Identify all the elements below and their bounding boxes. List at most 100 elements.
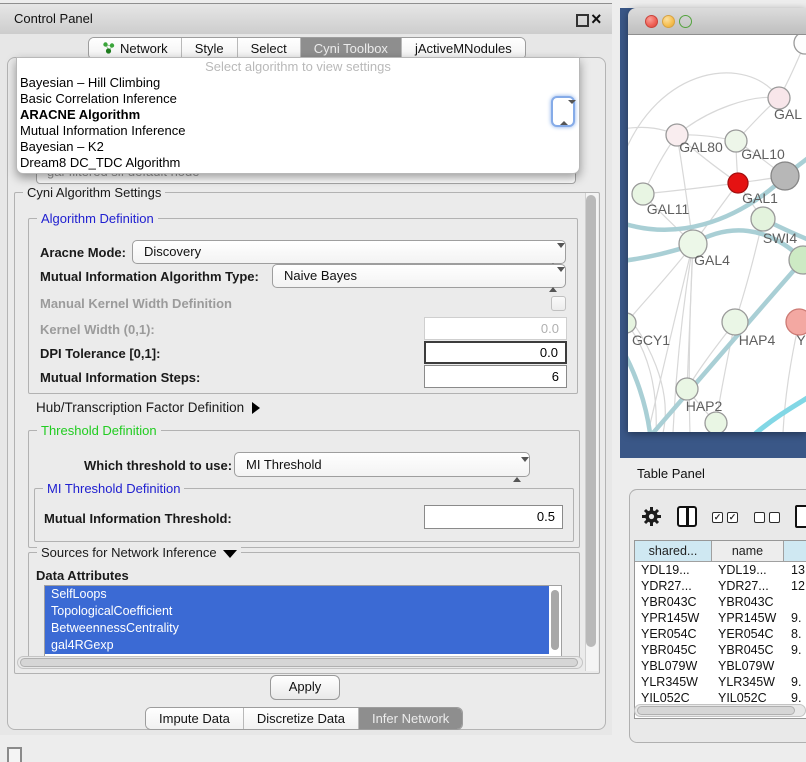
- table-cell: YDL19...: [712, 562, 784, 578]
- columns-icon[interactable]: [677, 506, 697, 527]
- table-row[interactable]: YDR27...YDR27...12: [635, 578, 806, 594]
- tab-network-label: Network: [120, 41, 168, 56]
- stepper-icon: [549, 245, 557, 259]
- algorithm-option[interactable]: Bayesian – Hill Climbing: [17, 75, 579, 91]
- unchecked-box-icon[interactable]: [754, 512, 765, 523]
- sources-legend[interactable]: Sources for Network Inference: [37, 545, 241, 560]
- attribute-item[interactable]: gal4RGexp: [45, 637, 549, 654]
- which-threshold-combo[interactable]: MI Threshold: [234, 452, 530, 477]
- aracne-mode-combo[interactable]: Discovery: [132, 240, 566, 264]
- algorithm-option[interactable]: Basic Correlation Inference: [17, 91, 579, 107]
- node-label: HAP2: [686, 398, 723, 414]
- network-window[interactable]: GALGAL80GAL10GAL1GAL11SWI4GAL4GCY1HAP4YH…: [628, 8, 806, 432]
- cyni-settings-legend: Cyni Algorithm Settings: [23, 185, 165, 200]
- mi-threshold-field[interactable]: 0.5: [424, 505, 563, 529]
- algorithm-option-selected[interactable]: ARACNE Algorithm: [17, 107, 579, 123]
- threshold-definition-legend: Threshold Definition: [37, 423, 161, 438]
- network-edge[interactable]: [653, 260, 803, 432]
- table-cell: YLR345W: [712, 674, 784, 690]
- zoom-traffic-light[interactable]: [679, 15, 692, 28]
- algorithm-option[interactable]: Dream8 DC_TDC Algorithm: [17, 155, 579, 171]
- table-cell: YPR145W: [635, 610, 712, 626]
- collapsed-panel-icon[interactable]: [7, 747, 22, 762]
- mi-type-combo[interactable]: Naive Bayes: [272, 264, 566, 288]
- float-window-icon[interactable]: [576, 14, 589, 27]
- mi-steps-field[interactable]: 6: [424, 365, 567, 388]
- list-scrollbar-thumb[interactable]: [551, 590, 559, 650]
- document-icon[interactable]: [795, 505, 806, 528]
- table-cell: YDL19...: [635, 562, 712, 578]
- network-edge[interactable]: [756, 395, 806, 432]
- table-cell: 9.: [784, 642, 806, 658]
- network-node[interactable]: [794, 35, 806, 54]
- table-row[interactable]: YLR345WYLR345W9.: [635, 674, 806, 690]
- close-traffic-light[interactable]: [645, 15, 658, 28]
- network-node[interactable]: [676, 378, 698, 400]
- algorithm-combo-stepper[interactable]: [551, 96, 575, 127]
- network-node[interactable]: [628, 313, 636, 333]
- network-node[interactable]: [751, 207, 775, 231]
- settings-hscrollbar-thumb[interactable]: [20, 658, 578, 667]
- settings-vscrollbar-thumb[interactable]: [586, 195, 596, 647]
- table-cell: YDR27...: [635, 578, 712, 594]
- table-row[interactable]: YBR043CYBR043C: [635, 594, 806, 610]
- table-hscrollbar-thumb[interactable]: [637, 706, 795, 715]
- tab-network[interactable]: Network: [89, 38, 182, 59]
- table-cell: [784, 594, 806, 610]
- tab-impute-data[interactable]: Impute Data: [146, 708, 244, 729]
- table-hscrollbar[interactable]: [634, 704, 806, 717]
- manual-kernel-checkbox[interactable]: [551, 296, 566, 311]
- network-window-titlebar[interactable]: [628, 8, 806, 35]
- tab-cyni-toolbox[interactable]: Cyni Toolbox: [301, 38, 402, 59]
- apply-button[interactable]: Apply: [270, 675, 340, 700]
- table-row[interactable]: YPR145WYPR145W9.: [635, 610, 806, 626]
- network-edge[interactable]: [677, 97, 779, 135]
- dpi-tolerance-field[interactable]: 0.0: [424, 341, 567, 364]
- table-row[interactable]: YER054CYER054C8.: [635, 626, 806, 642]
- algorithm-option[interactable]: Bayesian – K2: [17, 139, 579, 155]
- minimize-traffic-light[interactable]: [662, 15, 675, 28]
- algorithm-option[interactable]: Mutual Information Inference: [17, 123, 579, 139]
- data-attributes-list[interactable]: SelfLoopsTopologicalCoefficientBetweenne…: [44, 585, 562, 658]
- table-row[interactable]: YBL079WYBL079W: [635, 658, 806, 674]
- expand-right-icon: [252, 402, 260, 414]
- network-node[interactable]: [705, 412, 727, 432]
- table-cell: [784, 658, 806, 674]
- table-row[interactable]: YDL19...YDL19...13: [635, 562, 806, 578]
- screen: Control Panel × Network Style Select Cyn…: [0, 0, 806, 762]
- node-label: GAL11: [647, 201, 690, 217]
- unchecked-box-icon[interactable]: [769, 512, 780, 523]
- network-edge[interactable]: [643, 183, 738, 194]
- table-cell: YBR045C: [712, 642, 784, 658]
- table-row[interactable]: YBR045CYBR045C9.: [635, 642, 806, 658]
- column-header-clipped[interactable]: [784, 541, 806, 562]
- tab-jactivemnodules[interactable]: jActiveMNodules: [402, 38, 525, 59]
- network-canvas[interactable]: GALGAL80GAL10GAL1GAL11SWI4GAL4GCY1HAP4YH…: [628, 35, 806, 432]
- attribute-item[interactable]: TopologicalCoefficient: [45, 603, 549, 620]
- control-panel-title: Control Panel: [14, 4, 93, 34]
- attribute-item[interactable]: BetweennessCentrality: [45, 620, 549, 637]
- tab-discretize-data[interactable]: Discretize Data: [244, 708, 359, 729]
- network-node[interactable]: [771, 162, 799, 190]
- close-icon[interactable]: ×: [591, 6, 602, 32]
- algorithm-definition-legend: Algorithm Definition: [37, 211, 158, 226]
- checked-box-icon[interactable]: ✓: [712, 512, 723, 523]
- node-label: GAL10: [741, 146, 785, 162]
- node-label: GAL4: [694, 252, 730, 268]
- settings-hscrollbar[interactable]: [17, 656, 583, 669]
- which-threshold-label: Which threshold to use:: [84, 458, 232, 473]
- kernel-width-field[interactable]: 0.0: [424, 317, 567, 340]
- tab-infer-network[interactable]: Infer Network: [359, 708, 462, 729]
- dpi-tolerance-label: DPI Tolerance [0,1]:: [40, 346, 160, 361]
- table-cell: YBR045C: [635, 642, 712, 658]
- column-header-name[interactable]: name: [712, 541, 784, 562]
- algorithm-dropdown: Select algorithm to view settings Bayesi…: [16, 57, 580, 174]
- tab-style[interactable]: Style: [182, 38, 238, 59]
- checked-box-icon[interactable]: ✓: [727, 512, 738, 523]
- hub-definition-toggle[interactable]: Hub/Transcription Factor Definition: [36, 400, 260, 415]
- column-header-shared[interactable]: shared...: [635, 541, 712, 562]
- attribute-item[interactable]: SelfLoops: [45, 586, 549, 603]
- tab-select[interactable]: Select: [238, 38, 301, 59]
- gear-icon[interactable]: [640, 505, 663, 533]
- control-panel-titlebar: Control Panel ×: [0, 3, 612, 35]
